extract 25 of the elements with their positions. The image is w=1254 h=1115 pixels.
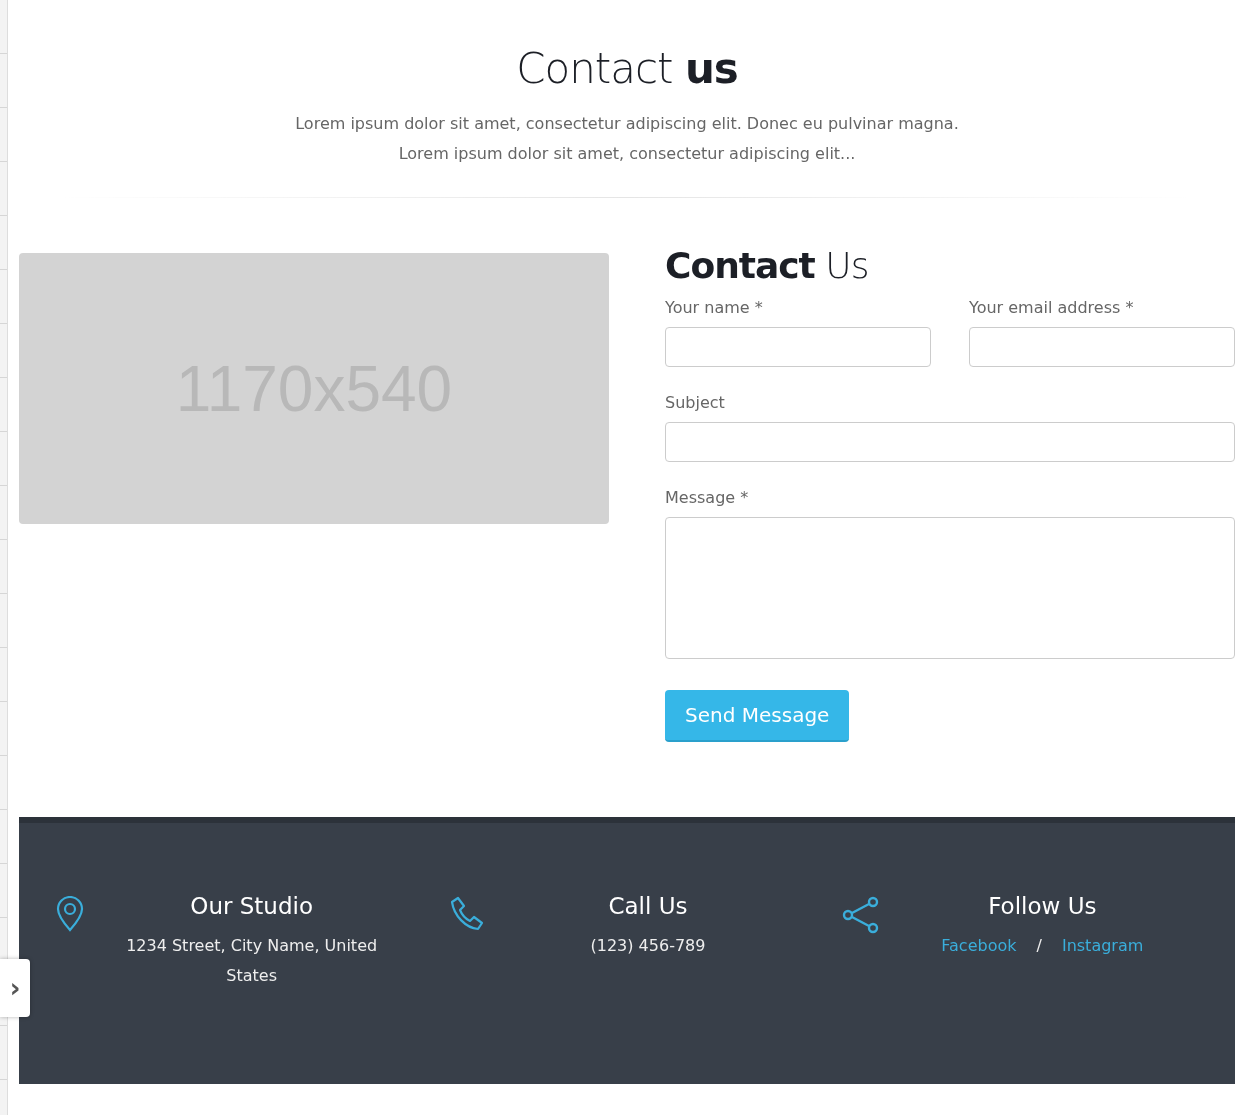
social-link[interactable]: Instagram [1061, 931, 1144, 961]
field-label: Your email address * [969, 298, 1134, 317]
footer-heading: Our Studio [190, 893, 313, 919]
footer-text: 1234 Street, City Name, United States [125, 935, 379, 987]
footer-heading: Follow Us [988, 893, 1097, 919]
message-field[interactable] [665, 517, 1235, 659]
footer-text: (123) 456-789 [590, 935, 706, 957]
field-label: Message * [665, 488, 749, 507]
field-label: Subject [665, 393, 725, 412]
input-field[interactable] [969, 327, 1235, 367]
input-field[interactable] [665, 327, 931, 367]
side-toggle-button[interactable]: › [0, 959, 30, 1017]
intro-text: Lorem ipsum dolor sit amet, consectetur adipiscing elit. Donec eu pulvinar magna. [295, 113, 959, 135]
share-icon [841, 896, 880, 934]
input-field[interactable] [665, 422, 1235, 462]
social-link[interactable]: Facebook [941, 931, 1017, 961]
footer-heading: Call Us [608, 893, 688, 919]
send-button[interactable]: Send Message [665, 690, 850, 742]
intro-text: Lorem ipsum dolor sit amet, consectetur adipiscing elit... [398, 143, 856, 165]
field-label: Your name * [665, 298, 763, 317]
page-title: Contact us [515, 44, 739, 93]
separator-text: / [1036, 935, 1042, 957]
phone-icon [448, 896, 485, 932]
form-title: Contact Us [665, 245, 870, 286]
location-pin-icon [55, 896, 85, 932]
